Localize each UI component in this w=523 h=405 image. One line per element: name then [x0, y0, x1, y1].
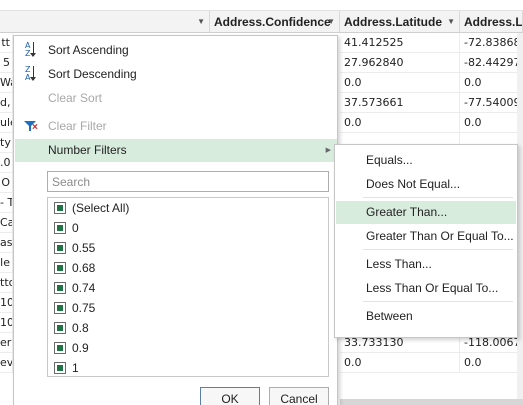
grid-cell[interactable]: .0 [0, 153, 13, 173]
filter-value-label: 1 [72, 361, 79, 375]
number-filter-option[interactable]: Between [336, 305, 516, 328]
grid-cell[interactable]: 0.0 [460, 353, 523, 373]
grid-cell[interactable]: er [0, 333, 13, 353]
grid-cell[interactable]: as [0, 233, 13, 253]
grid-cell[interactable]: le [0, 253, 13, 273]
filter-value-item[interactable]: 0.75 [48, 298, 328, 318]
grid-cell[interactable]: tto [0, 273, 13, 293]
column-header-address-longitude[interactable]: Address.Lon [460, 11, 523, 33]
grid-top-bar [0, 0, 523, 11]
clear-sort-menu-item[interactable]: Clear Sort [15, 87, 337, 110]
checkbox[interactable] [54, 302, 66, 314]
number-filter-option[interactable]: Less Than Or Equal To... [336, 277, 516, 300]
grid-cell[interactable]: 0.0 [460, 73, 523, 93]
number-filters-menu-item[interactable]: Number Filters ▶ [15, 139, 337, 162]
sort-descending-icon: ZA [23, 63, 41, 86]
column-header-label: Address.Lon [464, 15, 523, 29]
menu-separator [363, 301, 513, 302]
filter-value-label: 0.8 [72, 321, 89, 335]
filter-value-item[interactable]: 0.55 [48, 238, 328, 258]
ok-button[interactable]: OK [200, 387, 260, 405]
menu-item-label: Clear Filter [48, 119, 107, 133]
number-filters-submenu: Equals... Does Not Equal... Greater Than..… [334, 144, 518, 338]
column-dropdown-icon[interactable]: ▼ [197, 11, 205, 32]
filter-value-item[interactable]: 0.8 [48, 318, 328, 338]
filter-values-list[interactable]: (Select All) 0 0.55 0.68 0.74 0.75 0.8 0.9 1 [47, 197, 329, 377]
grid-cell[interactable]: 37.573661 [340, 93, 460, 113]
grid-cell[interactable]: ule [0, 113, 13, 133]
grid-cell[interactable]: tt [0, 33, 13, 53]
checkbox[interactable] [54, 242, 66, 254]
submenu-arrow-icon: ▶ [325, 147, 331, 154]
filter-value-label: 0 [72, 221, 79, 235]
menu-item-label: Clear Sort [48, 91, 103, 105]
menu-item-label: Sort Ascending [48, 43, 129, 57]
column-filter-popup: AZ Sort Ascending ZA Sort Descending Cle… [13, 35, 338, 405]
column-dropdown-icon[interactable]: ▼ [447, 11, 455, 32]
clear-filter-menu-item[interactable]: × Clear Filter [15, 115, 337, 138]
menu-item-label: Number Filters [48, 143, 127, 157]
grid-cell[interactable]: Ca [0, 213, 13, 233]
column-header-label: Address.Latitude [344, 15, 443, 29]
grid-cell[interactable]: ty [0, 133, 13, 153]
grid-column-left: tt5Wad,ulety.0O- TCaasletto1010erev [0, 33, 13, 373]
grid-cell[interactable]: 0.0 [340, 73, 460, 93]
number-filter-option[interactable]: Does Not Equal... [336, 173, 516, 196]
grid-cell[interactable]: 10 [0, 293, 13, 313]
checkbox[interactable] [54, 342, 66, 354]
number-filter-option[interactable]: Greater Than Or Equal To... [336, 225, 516, 248]
grid-cell[interactable]: ev [0, 353, 13, 373]
filter-value-item[interactable]: 0.74 [48, 278, 328, 298]
filter-value-label: 0.75 [72, 301, 96, 315]
number-filter-option[interactable]: Greater Than... [336, 201, 516, 224]
cancel-button[interactable]: Cancel [269, 387, 329, 405]
grid-cell[interactable]: 5 [0, 53, 13, 73]
filter-value-item[interactable]: 0 [48, 218, 328, 238]
filter-value-label: 0.55 [72, 241, 96, 255]
number-filter-option[interactable]: Equals... [336, 149, 516, 172]
grid-cell[interactable]: -82.442977 [460, 53, 523, 73]
filter-value-item[interactable]: 0.68 [48, 258, 328, 278]
filter-value-item[interactable]: 0.9 [48, 338, 328, 358]
filter-value-label: (Select All) [72, 201, 130, 215]
grid-cell[interactable]: -72.838684 [460, 33, 523, 53]
grid-cell[interactable]: Wa [0, 73, 13, 93]
column-header-address-confidence[interactable]: Address.Confidence ▼ [210, 11, 340, 33]
column-header-label: Address.Confidence [214, 15, 331, 29]
checkbox[interactable] [54, 262, 66, 274]
grid-cell[interactable]: 0.0 [340, 353, 460, 373]
column-header-hidden[interactable]: ▼ [0, 11, 210, 33]
grid-cell[interactable]: 41.412525 [340, 33, 460, 53]
grid-cell[interactable]: 10 [0, 313, 13, 333]
grid-cell[interactable]: 0.0 [340, 113, 460, 133]
checkbox[interactable] [54, 362, 66, 374]
grid-cell[interactable]: 0.0 [460, 113, 523, 133]
checkbox[interactable] [54, 282, 66, 294]
menu-separator [363, 249, 513, 250]
filter-search-input[interactable] [47, 171, 329, 192]
horizontal-scrollbar[interactable] [340, 399, 523, 405]
sort-descending-menu-item[interactable]: ZA Sort Descending [15, 63, 337, 86]
grid-cell[interactable]: 27.962840 [340, 53, 460, 73]
number-filter-option[interactable]: Less Than... [336, 253, 516, 276]
filter-value-label: 0.68 [72, 261, 96, 275]
menu-separator [363, 197, 513, 198]
filter-value-label: 0.74 [72, 281, 96, 295]
sort-ascending-menu-item[interactable]: AZ Sort Ascending [15, 39, 337, 62]
grid-cell[interactable]: d, [0, 93, 13, 113]
grid-cell[interactable]: -77.540094 [460, 93, 523, 113]
checkbox[interactable] [54, 222, 66, 234]
grid-cell[interactable]: O [0, 173, 13, 193]
sort-ascending-icon: AZ [23, 39, 41, 62]
menu-item-label: Sort Descending [48, 67, 137, 81]
clear-filter-icon: × [23, 115, 41, 138]
filter-value-label: 0.9 [72, 341, 89, 355]
filter-value-item[interactable]: 1 [48, 358, 328, 376]
grid-cell[interactable]: - T [0, 193, 13, 213]
checkbox[interactable] [54, 322, 66, 334]
column-header-address-latitude[interactable]: Address.Latitude ▼ [340, 11, 460, 33]
checkbox[interactable] [54, 202, 66, 214]
column-dropdown-icon[interactable]: ▼ [327, 11, 335, 32]
select-all-checkbox-item[interactable]: (Select All) [48, 198, 328, 218]
